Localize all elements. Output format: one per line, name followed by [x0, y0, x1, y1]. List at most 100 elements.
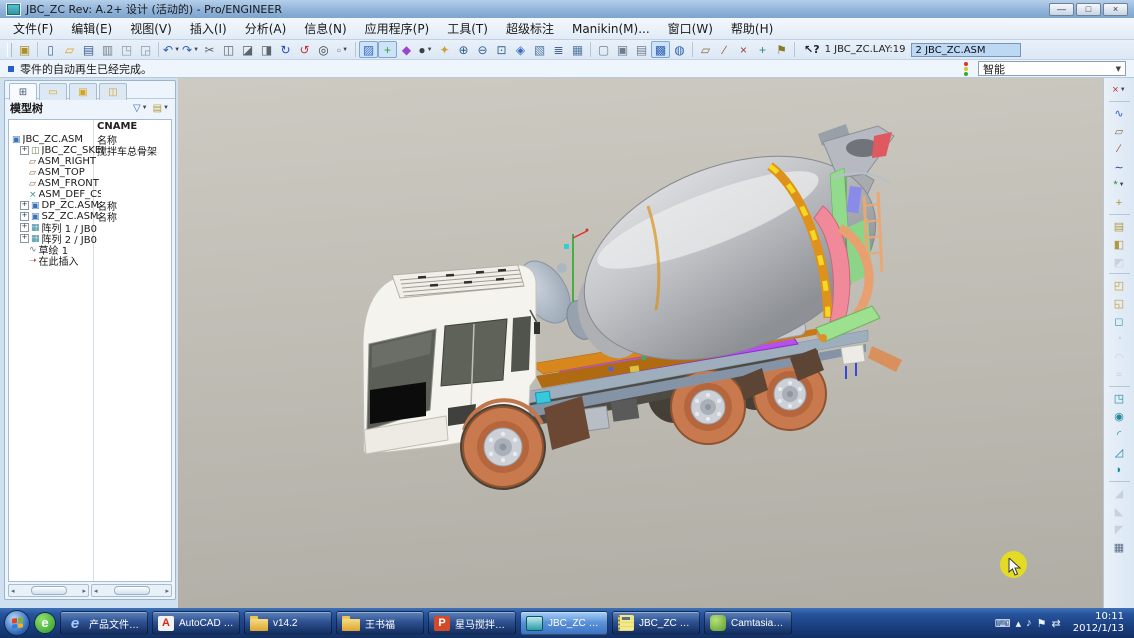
hole-button[interactable]: ◉	[1108, 407, 1131, 425]
taskbar-item-folder-v142[interactable]: v14.2	[244, 611, 332, 635]
input-indicator-icon[interactable]: ⌨	[995, 617, 1011, 630]
tree-item-insert-here[interactable]: ➝在此插入	[9, 255, 171, 266]
undo-button[interactable]: ↶▼	[162, 41, 181, 58]
menu-item-1[interactable]: 编辑(E)	[62, 17, 121, 40]
scroll-right-icon[interactable]: ▸	[82, 587, 86, 595]
send-model-button[interactable]: ◲	[136, 41, 155, 58]
browser-quick-launch[interactable]: e	[34, 612, 56, 634]
paste-special-button[interactable]: ◨	[257, 41, 276, 58]
tab-model-tree[interactable]: ⊞	[9, 83, 37, 100]
sketch-tool-button[interactable]: ∿	[1108, 104, 1131, 122]
pattern-button[interactable]: ▦	[1108, 538, 1131, 556]
cut-button[interactable]: ✂	[200, 41, 219, 58]
open-file-button[interactable]: ▱	[60, 41, 79, 58]
menu-item-10[interactable]: 窗口(W)	[659, 17, 722, 40]
layers-button[interactable]: ≣	[549, 41, 568, 58]
tree-item-asm-front[interactable]: ▱ASM_FRONT	[9, 178, 171, 189]
selection-filter-dropdown[interactable]: 智能 ▼	[978, 61, 1126, 76]
taskbar-item-powerpoint[interactable]: P星马搅拌车...	[428, 611, 516, 635]
taskbar-item-proe[interactable]: JBC_ZC Rev...	[520, 611, 608, 635]
scrollbar-thumb[interactable]	[114, 586, 150, 595]
tree-item-jbc-zc-skel[interactable]: +◫JBC_ZC_SKEL.搅拌车总骨架	[9, 145, 171, 156]
datum-planes-toggle[interactable]: ▱	[696, 41, 715, 58]
front-wheel[interactable]	[463, 407, 543, 487]
datum-curve-button[interactable]: ∼	[1108, 158, 1131, 176]
mixer-truck-model[interactable]	[178, 78, 1103, 608]
hidden-line-button[interactable]: ▣	[613, 41, 632, 58]
paste-button[interactable]: ◪	[238, 41, 257, 58]
volume-icon[interactable]: ♪	[1026, 617, 1032, 629]
view-manager-button[interactable]: ▦	[568, 41, 587, 58]
graphics-area[interactable]	[178, 78, 1103, 608]
taskbar-item-folder-wangshufu[interactable]: 王书福	[336, 611, 424, 635]
repaint-button[interactable]: ▨	[359, 41, 378, 58]
chamfer-button[interactable]: ◿	[1108, 443, 1131, 461]
shell-button[interactable]: ◗	[1108, 461, 1131, 479]
tree-scrollbar-left[interactable]: ◂ ▸	[8, 584, 89, 597]
spin-center-button[interactable]: +	[378, 41, 397, 58]
datum-axes-toggle[interactable]: ∕	[715, 41, 734, 58]
show-hidden-icons[interactable]: ▴	[1016, 617, 1022, 630]
datum-point-flyout[interactable]: ×▼	[1108, 81, 1131, 99]
pan-zoom-button[interactable]: ✦	[435, 41, 454, 58]
annotations-toggle[interactable]: ⚑	[772, 41, 791, 58]
toolbar-grip[interactable]	[7, 43, 12, 57]
package-button[interactable]: ◻	[1108, 312, 1131, 330]
shading-button[interactable]: ▩	[651, 41, 670, 58]
scrollbar-thumb[interactable]	[31, 586, 67, 595]
expand-icon[interactable]: +	[20, 201, 29, 210]
tab-folder-browser[interactable]: ▭	[39, 83, 67, 100]
tree-scrollbar-right[interactable]: ◂ ▸	[91, 584, 172, 597]
no-hidden-button[interactable]: ▤	[632, 41, 651, 58]
tree-column-header[interactable]: CNAME	[97, 121, 137, 132]
round-button[interactable]: ◜	[1108, 425, 1131, 443]
tree-filters-button[interactable]: ▽▼	[132, 103, 149, 114]
taskbar-clock[interactable]: 10:11 2012/1/13	[1073, 611, 1124, 636]
menu-item-4[interactable]: 分析(A)	[236, 17, 296, 40]
refit-button[interactable]: ⊡	[492, 41, 511, 58]
wireframe-button[interactable]: ▢	[594, 41, 613, 58]
create-component-button[interactable]: ◱	[1108, 294, 1131, 312]
taskbar-item-notepad[interactable]: JBC_ZC Rev...	[612, 611, 700, 635]
select-region-button[interactable]: ▫▼	[333, 41, 352, 58]
tab-history[interactable]: ◫	[99, 83, 127, 100]
datum-axis-button[interactable]: ∕	[1108, 140, 1131, 158]
print-preview-button[interactable]: ◳	[117, 41, 136, 58]
tree-item-dp-zc-asm[interactable]: +▣DP_ZC.ASM名称	[9, 200, 171, 211]
menu-item-6[interactable]: 应用程序(P)	[356, 17, 439, 40]
scroll-left-icon[interactable]: ◂	[94, 587, 98, 595]
new-file-button[interactable]: ▯	[41, 41, 60, 58]
window-list-entry-lay[interactable]: 1 JBC_ZC.LAY:19	[825, 44, 906, 55]
zoom-out-button[interactable]: ⊖	[473, 41, 492, 58]
tree-item-pattern-2[interactable]: +▦阵列 2 / JB0	[9, 233, 171, 244]
regenerate-button[interactable]: ↻	[276, 41, 295, 58]
saved-views-button[interactable]: ▧	[530, 41, 549, 58]
scroll-right-icon[interactable]: ▸	[165, 587, 169, 595]
save-file-button[interactable]: ▤	[79, 41, 98, 58]
expand-icon[interactable]: +	[20, 234, 29, 243]
datum-points-toggle[interactable]: ×	[734, 41, 753, 58]
maximize-button[interactable]: □	[1076, 3, 1101, 16]
scroll-left-icon[interactable]: ◂	[11, 587, 15, 595]
print-button[interactable]: ▥	[98, 41, 117, 58]
assemble-button[interactable]: ◰	[1108, 276, 1131, 294]
redo-button[interactable]: ↷▼	[181, 41, 200, 58]
menu-item-5[interactable]: 信息(N)	[295, 17, 355, 40]
menu-item-8[interactable]: 超级标注	[497, 17, 563, 40]
select-working-directory-button[interactable]: ▣	[15, 41, 34, 58]
tree-item-asm-top[interactable]: ▱ASM_TOP	[9, 167, 171, 178]
expand-icon[interactable]: +	[20, 146, 29, 155]
zoom-in-button[interactable]: ⊕	[454, 41, 473, 58]
datum-plane-button[interactable]: ▱	[1108, 122, 1131, 140]
expand-icon[interactable]: +	[20, 212, 29, 221]
tree-item-asm-def-csys[interactable]: ×ASM_DEF_CSYS	[9, 189, 171, 200]
extrude-button[interactable]: ◳	[1108, 389, 1131, 407]
analysis-button[interactable]: ▤	[1108, 217, 1131, 235]
datum-point-button[interactable]: *▼	[1108, 176, 1131, 194]
action-center-icon[interactable]: ⚑	[1037, 617, 1047, 630]
menu-item-11[interactable]: 帮助(H)	[722, 17, 782, 40]
tree-item-asm-right[interactable]: ▱ASM_RIGHT	[9, 156, 171, 167]
minimize-button[interactable]: —	[1049, 3, 1074, 16]
tab-favorites[interactable]: ▣	[69, 83, 97, 100]
datum-csys-toggle[interactable]: +	[753, 41, 772, 58]
